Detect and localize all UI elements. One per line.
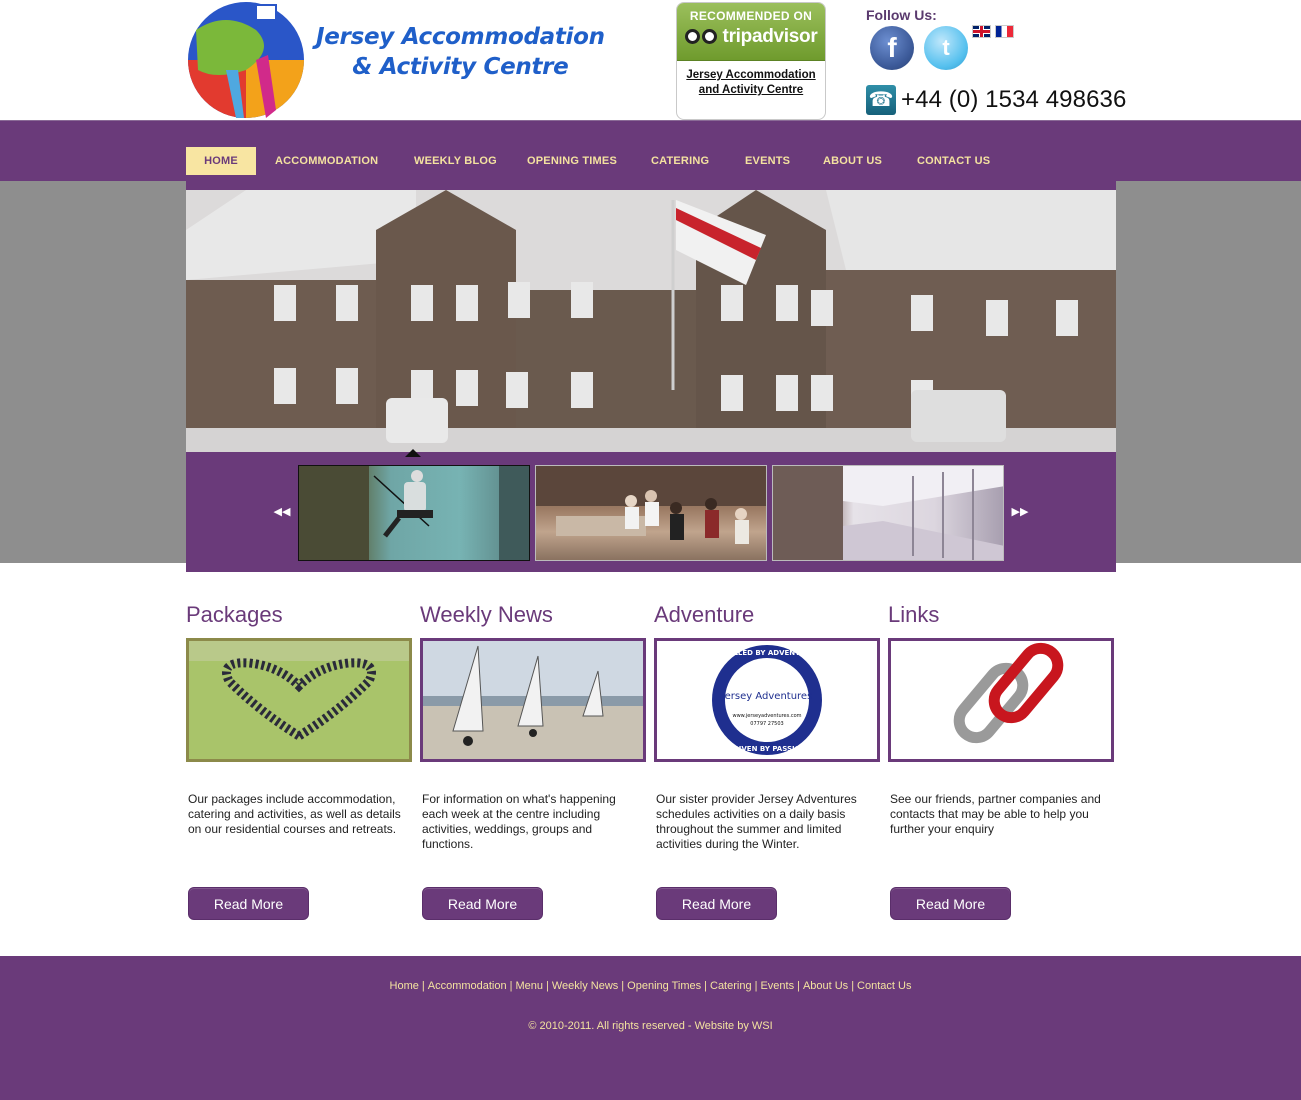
nav-home[interactable]: HOME [186, 147, 256, 175]
facebook-icon[interactable]: f [870, 26, 914, 70]
tripadvisor-badge[interactable]: RECOMMENDED ON tripadvisor Jersey Accomm… [676, 2, 826, 120]
adventure-read-more-button[interactable]: Read More [656, 887, 777, 920]
adventure-column: Adventure FUELLED BY ADVENTURE DRIVEN BY… [654, 600, 880, 920]
weekly-news-column: Weekly News For information on what's ha… [420, 600, 646, 920]
links-text: See our friends, partner companies and c… [890, 792, 1101, 836]
footer-separator: | [509, 980, 513, 992]
packages-column: Packages Our packages include accommodat… [186, 600, 412, 920]
footer-separator: | [704, 980, 707, 992]
footer-separator: | [621, 980, 625, 992]
tripadvisor-wordmark: tripadvisor [722, 26, 818, 47]
weekly-news-read-more-button[interactable]: Read More [422, 887, 543, 920]
weekly-news-image[interactable] [420, 638, 646, 762]
prev-arrow-icon[interactable]: ◀◀ [273, 505, 291, 519]
nav-contact-us[interactable]: CONTACT US [917, 147, 990, 175]
packages-image[interactable] [186, 638, 412, 762]
footer-link-weekly-news[interactable]: Weekly News [552, 980, 618, 992]
slider-thumbnail[interactable] [772, 465, 1004, 561]
nav-catering[interactable]: CATERING [651, 147, 709, 175]
adventure-logo-bottom-text: DRIVEN BY PASSION [728, 745, 807, 753]
page: Jersey Accommodation & Activity Centre R… [0, 0, 1301, 1100]
packages-text: Our packages include accommodation, cate… [188, 792, 401, 836]
footer-separator: | [851, 980, 855, 992]
links-column: Links See our friends, partner companies… [888, 600, 1114, 920]
nav-about-us[interactable]: ABOUT US [823, 147, 882, 175]
tripadvisor-owl-icon [684, 26, 719, 48]
slider-thumbnail[interactable] [298, 465, 530, 561]
french-flag-icon[interactable] [995, 25, 1014, 38]
footer-link-events[interactable]: Events [760, 980, 794, 992]
tripadvisor-banner: RECOMMENDED ON tripadvisor [677, 3, 825, 61]
hero-image [186, 190, 1116, 452]
nav-opening-times[interactable]: OPENING TIMES [527, 147, 617, 175]
footer-links: Home | Accommodation | Menu | Weekly News | Open… [0, 980, 1301, 992]
phone-icon: ☎ [866, 85, 896, 115]
packages-read-more-button[interactable]: Read More [188, 887, 309, 920]
adventure-heading: Adventure [654, 602, 755, 627]
adventure-logo-top-text: FUELLED BY ADVENTURE [718, 649, 816, 657]
main-nav: HOME ACCOMMODATION WEEKLY BLOG OPENING T… [0, 120, 1301, 181]
twitter-icon[interactable]: t [924, 26, 968, 70]
footer-link-home[interactable]: Home [390, 980, 419, 992]
tripadvisor-recommended: RECOMMENDED ON [689, 9, 813, 23]
footer-link-opening-times[interactable]: Opening Times [627, 980, 701, 992]
nav-events[interactable]: EVENTS [745, 147, 790, 175]
site-title[interactable]: Jersey Accommodation & Activity Centre [316, 22, 605, 82]
adventure-text: Our sister provider Jersey Adventures sc… [656, 792, 857, 851]
header: Jersey Accommodation & Activity Centre R… [0, 0, 1301, 120]
footer-separator: | [797, 980, 800, 992]
uk-flag-icon[interactable] [972, 25, 991, 38]
footer-link-about-us[interactable]: About Us [803, 980, 848, 992]
site-title-line2: & Activity Centre [352, 54, 569, 80]
tripadvisor-link[interactable]: Jersey Accommodation and Activity Centre [677, 61, 825, 98]
links-read-more-button[interactable]: Read More [890, 887, 1011, 920]
tripadvisor-logo: tripadvisor [677, 26, 825, 48]
next-arrow-icon[interactable]: ▶▶ [1011, 505, 1029, 519]
footer-link-catering[interactable]: Catering [710, 980, 752, 992]
weekly-news-text: For information on what's happening each… [422, 792, 616, 851]
footer-separator: | [754, 980, 758, 992]
nav-weekly-blog[interactable]: WEEKLY BLOG [414, 147, 497, 175]
adventure-logo-name: Jersey Adventures [721, 691, 813, 702]
footer-link-contact-us[interactable]: Contact Us [857, 980, 911, 992]
adventure-logo-phone: 07797 27503 [750, 721, 783, 727]
links-image[interactable] [888, 638, 1114, 762]
nav-accommodation[interactable]: ACCOMMODATION [275, 147, 378, 175]
adventure-logo-url: www.jerseyadventures.com [732, 713, 801, 719]
packages-heading: Packages [186, 602, 283, 627]
follow-us-label: Follow Us: [866, 7, 937, 23]
site-title-line1: Jersey Accommodation [316, 24, 605, 50]
adventure-image[interactable]: FUELLED BY ADVENTURE DRIVEN BY PASSION J… [654, 638, 880, 762]
footer-link-menu[interactable]: Menu [515, 980, 543, 992]
footer: Home | Accommodation | Menu | Weekly News | Open… [0, 956, 1301, 1100]
footer-separator: | [421, 980, 425, 992]
site-logo[interactable] [186, 0, 306, 118]
links-heading: Links [888, 602, 940, 627]
copyright: © 2010-2011. All rights reserved - Websi… [528, 1020, 773, 1032]
phone-number: +44 (0) 1534 498636 [901, 86, 1127, 113]
weekly-news-heading: Weekly News [420, 602, 553, 627]
footer-separator: | [546, 980, 549, 992]
slider-pointer-icon [405, 449, 421, 457]
slider-thumbnail[interactable] [535, 465, 767, 561]
footer-link-accommodation[interactable]: Accommodation [428, 980, 507, 992]
